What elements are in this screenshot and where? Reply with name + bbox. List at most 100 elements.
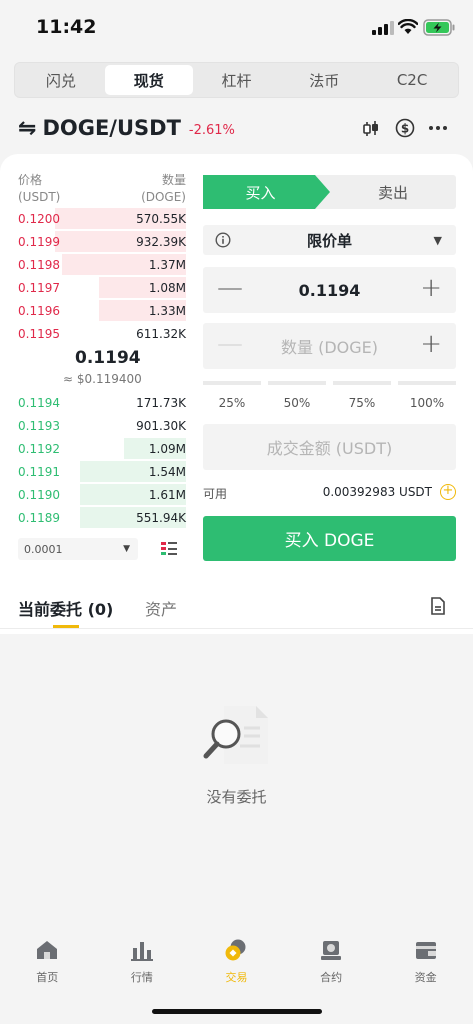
quantity-placeholder: 数量 (DOGE) [281, 338, 378, 357]
trade-icon [225, 939, 246, 961]
market-icon [130, 942, 153, 961]
ask-row[interactable]: 0.1197 1.08M [18, 276, 186, 299]
pair-selector[interactable]: ⇋ DOGE/USDT -2.61% [18, 114, 235, 142]
nav-label: 交易 [225, 971, 248, 984]
percent-25-button[interactable]: 25% [207, 396, 257, 410]
price-field[interactable]: — 0.1194 + [203, 267, 456, 313]
available-balance: 可用 0.00392983 USDT + [203, 484, 456, 502]
ask-qty: 570.55K [136, 211, 186, 226]
ask-row[interactable]: 0.1198 1.37M [18, 253, 186, 276]
dollar-coin-icon[interactable]: $ [395, 118, 415, 138]
order-book-layout-icon[interactable] [160, 540, 178, 558]
ask-qty: 932.39K [136, 234, 186, 249]
tab-margin[interactable]: 杠杆 [193, 65, 281, 95]
candlestick-chart-icon[interactable] [362, 119, 380, 139]
percent-50-button[interactable]: 50% [272, 396, 322, 410]
nav-wallet[interactable]: 资金 [378, 926, 473, 996]
bid-row[interactable]: 0.1190 1.61M [18, 483, 186, 506]
slider-segment [268, 381, 326, 385]
percentage-slider[interactable]: 25% 50% 75% 100% [203, 381, 456, 417]
bid-qty: 901.30K [136, 418, 186, 433]
ask-price: 0.1198 [18, 257, 60, 272]
battery-charging-icon [423, 19, 455, 36]
nav-label: 合约 [320, 971, 343, 984]
ask-row[interactable]: 0.1195 611.32K [18, 322, 186, 345]
wifi-icon [398, 19, 418, 34]
percent-100-button[interactable]: 100% [402, 396, 452, 410]
bid-qty: 1.09M [148, 441, 186, 456]
slider-segment [398, 381, 456, 385]
total-placeholder: 成交金额 (USDT) [266, 439, 393, 458]
ask-row[interactable]: 0.1196 1.33M [18, 299, 186, 322]
tab-open-orders[interactable]: 当前委托 (0) [18, 600, 113, 619]
bid-qty: 171.73K [136, 395, 186, 410]
trade-mode-tabs: 闪兑 现货 杠杆 法币 C2C [14, 62, 459, 98]
total-amount-field[interactable]: 成交金额 (USDT) [203, 424, 456, 470]
bid-row[interactable]: 0.1193 901.30K [18, 414, 186, 437]
no-orders-search-icon [203, 706, 268, 764]
tab-swap[interactable]: 闪兑 [17, 65, 105, 95]
last-price[interactable]: 0.1194 [75, 348, 141, 368]
bid-row[interactable]: 0.1191 1.54M [18, 460, 186, 483]
bid-qty: 1.54M [148, 464, 186, 479]
info-icon[interactable] [215, 232, 231, 248]
bid-row[interactable]: 0.1192 1.09M [18, 437, 186, 460]
buy-sell-toggle: 买入 卖出 [203, 175, 456, 209]
order-type-select[interactable]: 限价单 ▼ [203, 225, 456, 255]
price-value: 0.1194 [298, 280, 361, 300]
qty-column-label: 数量 [161, 173, 186, 187]
bottom-nav: 首页 行情 交易 合约 资金 [0, 926, 473, 996]
qty-decrease-button[interactable]: — [217, 329, 243, 359]
price-increase-button[interactable]: + [420, 273, 442, 303]
order-history-icon[interactable] [430, 597, 446, 615]
quantity-field[interactable]: — 数量 (DOGE) + [203, 323, 456, 369]
svg-text:$: $ [401, 122, 409, 136]
add-funds-icon[interactable]: + [440, 484, 456, 500]
bid-list: 0.1194 171.73K 0.1193 901.30K 0.1192 1.09M … [18, 391, 186, 529]
ask-price: 0.1200 [18, 211, 60, 226]
header-actions: $ [362, 118, 462, 140]
cellular-signal-icon [372, 21, 394, 35]
nav-trade[interactable]: 交易 [189, 926, 284, 996]
bid-row[interactable]: 0.1189 551.94K [18, 506, 186, 529]
pair-change: -2.61% [188, 123, 235, 138]
futures-icon [321, 941, 342, 960]
section-divider [0, 628, 473, 629]
nav-market[interactable]: 行情 [95, 926, 190, 996]
ask-row[interactable]: 0.1199 932.39K [18, 230, 186, 253]
nav-futures[interactable]: 合约 [284, 926, 379, 996]
bid-price: 0.1193 [18, 418, 60, 433]
slider-segment [203, 381, 261, 385]
last-price-usd: ≈ $0.119400 [63, 372, 142, 386]
wallet-icon [415, 942, 436, 959]
ask-price: 0.1197 [18, 280, 60, 295]
nav-home[interactable]: 首页 [0, 926, 95, 996]
bid-row[interactable]: 0.1194 171.73K [18, 391, 186, 414]
qty-increase-button[interactable]: + [420, 329, 442, 359]
ask-qty: 1.08M [148, 280, 186, 295]
pair-name: DOGE/USDT [42, 116, 181, 140]
ask-qty: 611.32K [136, 326, 186, 341]
status-bar: 11:42 [0, 0, 473, 56]
tab-c2c[interactable]: C2C [368, 65, 456, 95]
tab-fiat[interactable]: 法币 [280, 65, 368, 95]
empty-orders-text: 没有委托 [206, 788, 267, 806]
pair-switch-icon: ⇋ [18, 115, 37, 141]
price-decrease-button[interactable]: — [217, 273, 243, 303]
more-options-icon[interactable] [428, 125, 448, 131]
ask-row[interactable]: 0.1200 570.55K [18, 207, 186, 230]
tab-assets[interactable]: 资产 [145, 596, 177, 620]
precision-value: 0.0001 [24, 542, 63, 556]
buy-tab[interactable]: 买入 [203, 175, 330, 209]
buy-submit-button[interactable]: 买入 DOGE [203, 516, 456, 561]
slider-segment [333, 381, 391, 385]
bid-price: 0.1191 [18, 464, 60, 479]
precision-select[interactable]: 0.0001 ▼ [18, 538, 138, 560]
ask-price: 0.1199 [18, 234, 60, 249]
ask-price: 0.1195 [18, 326, 60, 341]
percent-75-button[interactable]: 75% [337, 396, 387, 410]
sell-tab[interactable]: 卖出 [330, 175, 456, 209]
ask-list: 0.1200 570.55K 0.1199 932.39K 0.1198 1.37M … [18, 207, 186, 345]
tab-spot[interactable]: 现货 [104, 65, 193, 95]
ask-price: 0.1196 [18, 303, 60, 318]
